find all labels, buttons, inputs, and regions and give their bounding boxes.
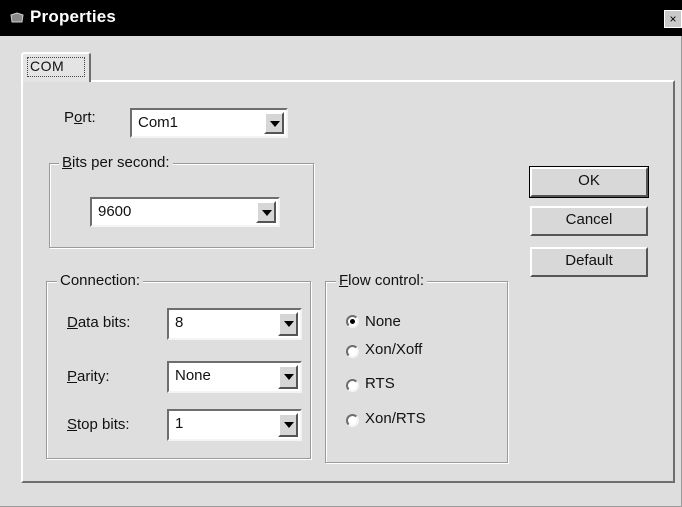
chevron-down-icon [262, 210, 272, 216]
flow-control-legend: Flow control: [336, 272, 428, 289]
port-dropdown-button[interactable] [264, 112, 284, 134]
port-select[interactable]: Com1 [130, 108, 288, 138]
parity-label: Parity: [67, 368, 110, 385]
stop-bits-value: 1 [175, 415, 184, 432]
radio-button[interactable] [346, 315, 359, 328]
stop-bits-dropdown-button[interactable] [278, 413, 298, 437]
chevron-down-icon [284, 321, 294, 327]
flow-option-label: Xon/RTS [365, 410, 426, 427]
flow-control-group [325, 281, 508, 463]
radio-button[interactable] [346, 345, 359, 358]
bits-per-second-value: 9600 [98, 203, 132, 220]
window-title: Properties [30, 7, 117, 26]
default-button[interactable]: Default [530, 247, 648, 277]
flow-option-label: Xon/Xoff [365, 341, 423, 358]
cancel-button[interactable]: Cancel [530, 206, 648, 236]
title-bar[interactable]: Properties × [0, 0, 682, 36]
parity-select[interactable]: None [167, 361, 302, 393]
data-bits-select[interactable]: 8 [167, 308, 302, 340]
data-bits-label: Data bits: [67, 314, 131, 331]
properties-dialog: Properties × COM Port: Com1 Bits per sec… [0, 0, 682, 507]
radio-selected-dot [350, 319, 355, 324]
bits-per-second-dropdown-button[interactable] [256, 201, 276, 223]
close-icon: × [669, 12, 677, 26]
data-bits-dropdown-button[interactable] [278, 312, 298, 336]
chevron-down-icon [284, 374, 294, 380]
ok-button[interactable]: OK [529, 166, 649, 198]
parity-value: None [175, 367, 211, 384]
tab-com-label: COM [30, 58, 65, 74]
port-value: Com1 [138, 114, 179, 131]
close-button[interactable]: × [664, 10, 682, 28]
flow-option-label: RTS [365, 375, 395, 392]
bits-per-second-legend: Bits per second: [59, 154, 173, 171]
stop-bits-label: Stop bits: [67, 416, 130, 433]
flow-option-label: None [365, 313, 401, 330]
stop-bits-select[interactable]: 1 [167, 409, 302, 441]
tab-com[interactable]: COM [21, 52, 91, 82]
parity-dropdown-button[interactable] [278, 365, 298, 389]
chevron-down-icon [284, 422, 294, 428]
radio-button[interactable] [346, 379, 359, 392]
app-icon [10, 12, 24, 23]
chevron-down-icon [270, 121, 280, 127]
data-bits-value: 8 [175, 314, 184, 331]
bits-per-second-select[interactable]: 9600 [90, 197, 280, 227]
port-label: Port: [64, 109, 96, 126]
radio-button[interactable] [346, 414, 359, 427]
connection-legend: Connection: [57, 272, 144, 289]
